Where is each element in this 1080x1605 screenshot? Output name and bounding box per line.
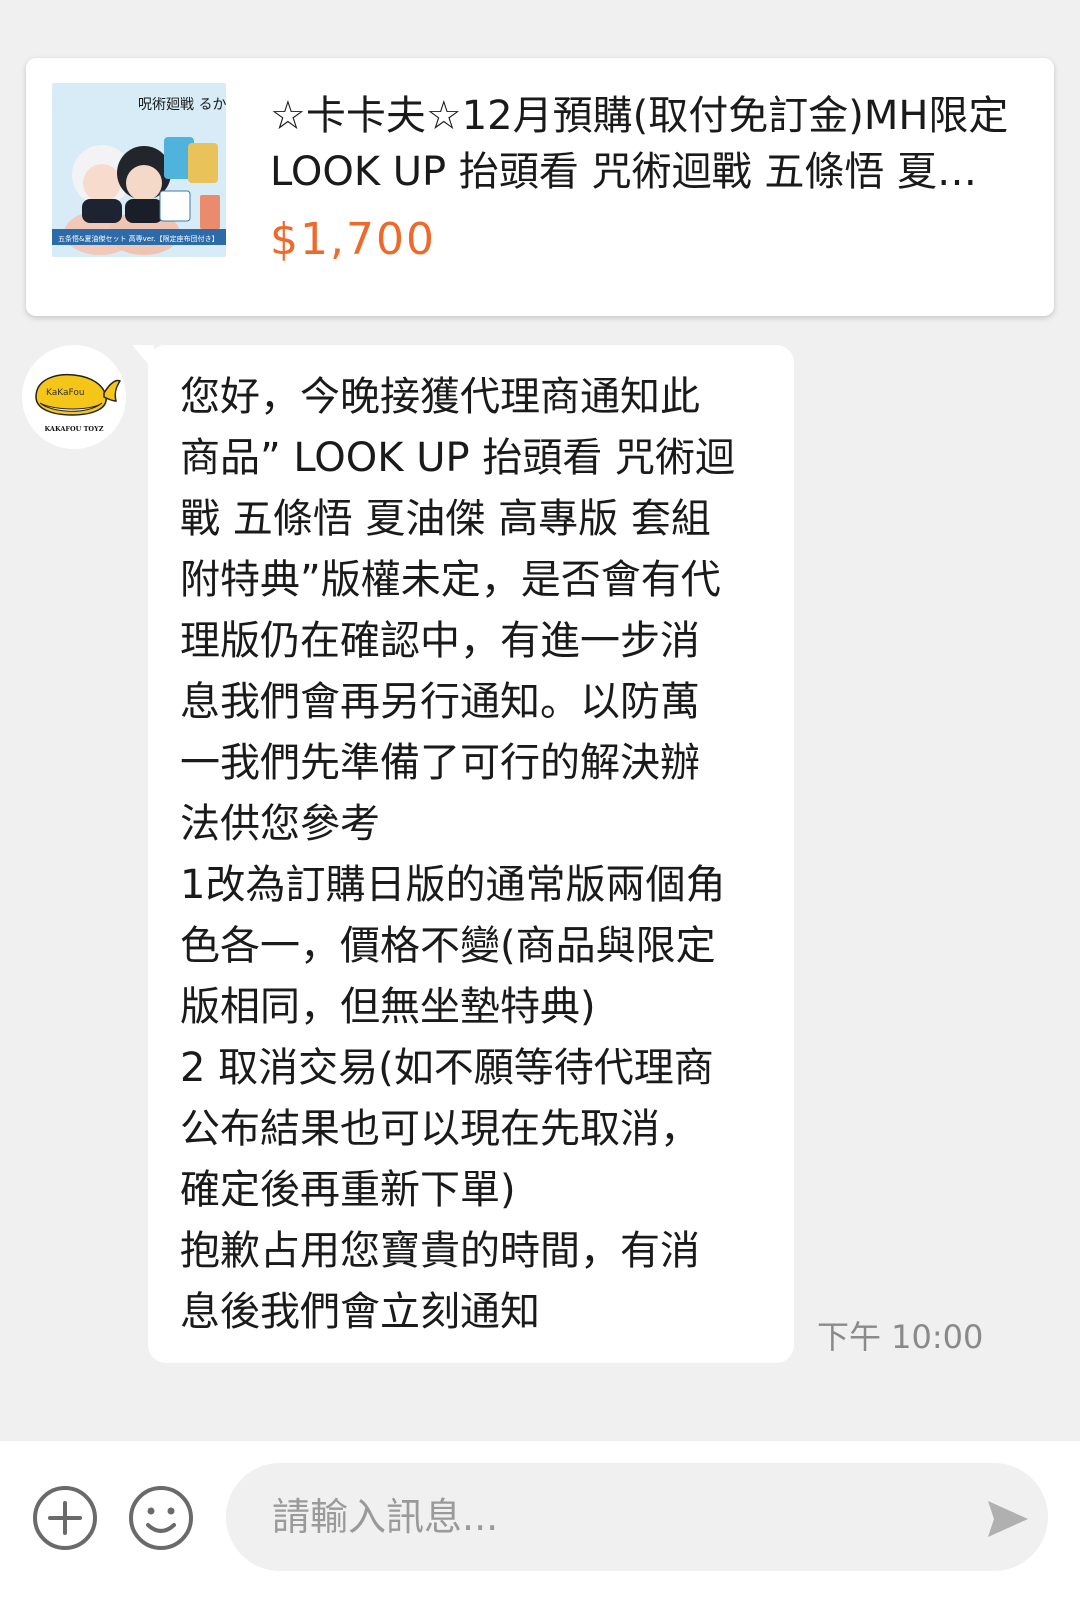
product-price: $1,700 [270,214,436,265]
message-line: 一我們先準備了可行的解決辦 [180,740,700,786]
message-line: 戰 五條悟 夏油傑 高專版 套組 [180,496,711,542]
message-bubble[interactable]: 您好，今晚接獲代理商通知此 商品” LOOK UP 抬頭看 咒術迴 戰 五條悟 … [132,345,794,1363]
product-image[interactable]: 呪術廻戦 るかっぷ 五条悟&夏油傑セット 高専ver.【限定座布団付き】 [52,83,226,257]
shop-avatar[interactable]: KaKaFou KAKAFOU TOYZ [22,345,126,449]
product-card[interactable]: 呪術廻戦 るかっぷ 五条悟&夏油傑セット 高専ver.【限定座布団付き】 ☆卡卡… [26,58,1054,316]
message-line: 2 取消交易(如不願等待代理商 [180,1045,714,1091]
message-line: 息我們會再另行通知。以防萬 [180,679,700,725]
message-line: 理版仍在確認中，有進一步消 [180,618,700,664]
send-arrow-icon[interactable] [984,1495,1032,1543]
message-line: 息後我們會立刻通知 [180,1289,540,1335]
svg-text:五条悟&夏油傑セット 高専ver.【限定座布団付き】: 五条悟&夏油傑セット 高専ver.【限定座布団付き】 [58,234,219,243]
svg-text:KaKaFou: KaKaFou [46,388,85,398]
message-line: 附特典”版權未定，是否會有代 [180,557,721,603]
message-line: 抱歉占用您寶貴的時間，有消 [180,1228,700,1274]
message-line: 商品” LOOK UP 抬頭看 咒術迴 [180,435,736,481]
message-line: 公布結果也可以現在先取消， [180,1106,700,1152]
smiley-icon[interactable] [126,1483,196,1553]
svg-text:KAKAFOU TOYZ: KAKAFOU TOYZ [45,425,104,433]
message-timestamp: 下午 10:00 [817,1318,984,1356]
message-line: 確定後再重新下單) [180,1167,516,1213]
message-input[interactable] [226,1463,1048,1571]
shop-logo: KaKaFou KAKAFOU TOYZ [22,345,126,449]
message-line: 法供您參考 [180,801,380,847]
chat-input-bar [0,1441,1080,1605]
product-title[interactable]: ☆卡卡夫☆12月預購(取付免訂金)MH限定 LOOK UP 抬頭看 咒術迴戰 五… [270,88,1010,200]
plus-circle-icon[interactable] [30,1483,100,1553]
svg-text:呪術廻戦 るかっぷ: 呪術廻戦 るかっぷ [138,97,226,113]
message-line: 版相同，但無坐墊特典) [180,984,596,1030]
message-line: 1改為訂購日版的通常版兩個角 [180,862,726,908]
message-line: 您好，今晚接獲代理商通知此 [180,374,700,420]
message-line: 色各一，價格不變(商品與限定 [180,923,716,969]
